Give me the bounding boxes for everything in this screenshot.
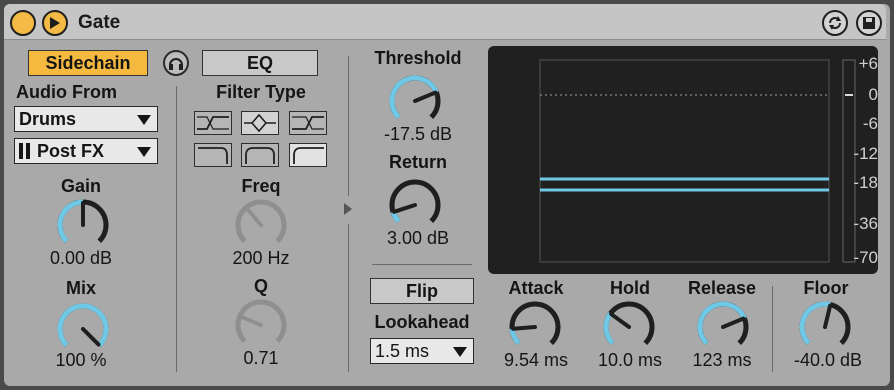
gain-value: 0.00 dB — [49, 248, 113, 268]
device-title-bar: Gate — [4, 4, 886, 40]
db-label: -6 — [862, 114, 878, 133]
hold-knob[interactable] — [602, 300, 656, 354]
refresh-icon — [829, 16, 841, 30]
device-title: Gate — [78, 12, 121, 33]
chevron-down-icon — [137, 147, 151, 157]
freq-knob[interactable] — [234, 198, 288, 252]
filter-type-label: Filter Type — [216, 82, 306, 102]
return-value: 3.00 dB — [386, 228, 450, 248]
sidechain-listen-button[interactable] — [163, 50, 189, 76]
section-divider — [348, 56, 349, 196]
db-label: -70 — [853, 248, 878, 267]
return-knob[interactable] — [388, 178, 442, 232]
notch-filter-icon — [292, 116, 324, 130]
input-channel-icon — [19, 143, 30, 159]
filter-lowshelf-button[interactable] — [194, 143, 232, 167]
play-icon — [50, 17, 60, 29]
save-icon — [863, 17, 875, 29]
floor-value: -40.0 dB — [793, 350, 863, 370]
attack-label: Attack — [508, 278, 564, 298]
knob-dial — [57, 199, 109, 244]
sidechain-button[interactable]: Sidechain — [28, 50, 148, 76]
section-divider — [348, 224, 349, 372]
play-preview-button[interactable] — [42, 10, 68, 36]
db-label: -18 — [853, 173, 878, 192]
eq-button[interactable]: EQ — [202, 50, 318, 76]
audio-from-source-value: Drums — [19, 109, 77, 129]
audio-from-label: Audio From — [16, 82, 117, 102]
freq-value: 200 Hz — [232, 248, 290, 268]
reset-button[interactable] — [822, 10, 848, 36]
peak-filter-icon — [245, 147, 275, 164]
filter-lowpass-button[interactable] — [289, 111, 327, 135]
mix-value: 100 % — [55, 350, 107, 370]
section-divider — [176, 86, 177, 372]
knob-dial — [799, 301, 851, 346]
threshold-label: Threshold — [374, 48, 462, 68]
hold-value: 10.0 ms — [597, 350, 663, 370]
attack-value: 9.54 ms — [503, 350, 569, 370]
return-label: Return — [389, 152, 447, 172]
q-label: Q — [253, 276, 268, 296]
gain-label: Gain — [60, 176, 101, 196]
freq-label: Freq — [241, 176, 281, 196]
knob-dial — [389, 75, 441, 120]
db-label: 0 — [868, 85, 878, 104]
filter-highshelf-button[interactable] — [289, 143, 327, 167]
gate-display-graph — [539, 59, 856, 263]
db-label: +6 — [858, 54, 878, 73]
floor-label: Floor — [803, 278, 849, 298]
db-label: -12 — [853, 144, 878, 163]
knob-dial — [509, 301, 561, 346]
flip-button[interactable]: Flip — [370, 278, 474, 304]
knob-dial — [57, 303, 109, 348]
collapse-arrow-icon[interactable] — [343, 202, 353, 216]
gain-knob[interactable] — [56, 198, 110, 252]
filter-peak-button[interactable] — [241, 143, 279, 167]
release-knob[interactable] — [696, 300, 750, 354]
headphones-icon — [169, 58, 183, 70]
knob-dial — [697, 301, 749, 346]
knob-dial — [389, 179, 441, 224]
lookahead-select[interactable]: 1.5 ms — [370, 338, 474, 364]
section-divider — [372, 264, 472, 265]
bandpass-filter-icon — [244, 113, 276, 133]
q-knob[interactable] — [234, 298, 288, 352]
lowshelf-filter-icon — [198, 147, 228, 164]
release-value: 123 ms — [692, 350, 752, 370]
gate-display: +6 0 -6 -12 -18 -36 -70 — [488, 46, 878, 274]
knob-dial — [603, 301, 655, 346]
knob-dial — [235, 299, 287, 344]
mix-label: Mix — [65, 278, 96, 298]
knob-dial — [235, 199, 287, 244]
q-value: 0.71 — [243, 348, 279, 368]
chevron-down-icon — [453, 347, 467, 357]
floor-knob[interactable] — [798, 300, 852, 354]
section-divider — [772, 286, 773, 372]
filter-highpass-button[interactable] — [194, 111, 232, 135]
threshold-knob[interactable] — [388, 74, 442, 128]
filter-bandpass-button[interactable] — [241, 111, 279, 135]
lookahead-label: Lookahead — [374, 312, 470, 332]
lookahead-value: 1.5 ms — [375, 341, 430, 361]
attack-knob[interactable] — [508, 300, 562, 354]
highshelf-filter-icon — [293, 147, 324, 164]
audio-from-source-select[interactable]: Drums — [14, 106, 158, 132]
highpass-filter-icon — [197, 116, 229, 130]
release-label: Release — [687, 278, 757, 298]
audio-from-tap-value: Post FX — [37, 141, 105, 161]
audio-from-tap-select[interactable]: Post FX — [14, 138, 158, 164]
chevron-down-icon — [137, 115, 151, 125]
threshold-value: -17.5 dB — [383, 124, 453, 144]
db-label: -36 — [853, 214, 878, 233]
device-activator-button[interactable] — [10, 10, 36, 36]
save-preset-button[interactable] — [856, 10, 882, 36]
mix-knob[interactable] — [56, 302, 110, 356]
hold-label: Hold — [610, 278, 650, 298]
